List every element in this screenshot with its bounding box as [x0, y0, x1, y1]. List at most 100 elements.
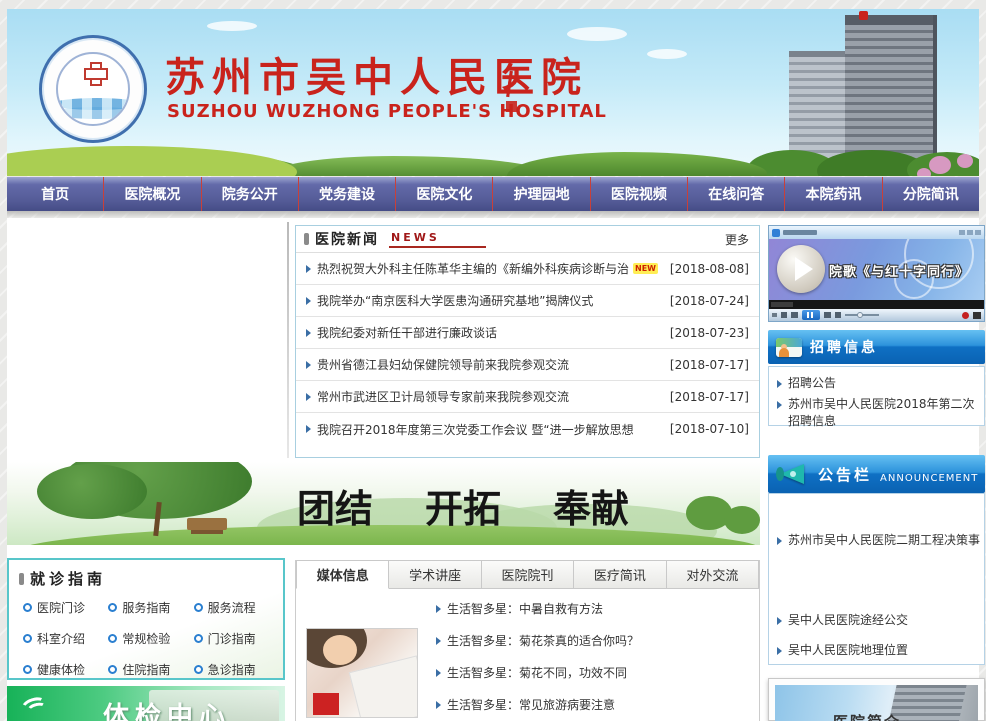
- guide-link-departments[interactable]: 科室介绍: [23, 630, 108, 647]
- nav-item-qa[interactable]: 在线问答: [688, 177, 785, 211]
- news-row: 我院纪委对新任干部进行廉政谈话 [2018-07-23]: [296, 317, 759, 349]
- tree-decor: [724, 506, 760, 534]
- fullscreen-icon[interactable]: [973, 312, 981, 319]
- pause-button[interactable]: [802, 310, 820, 320]
- checkup-logo-icon: [21, 694, 51, 714]
- guide-link-service-flow[interactable]: 服务流程: [194, 599, 279, 616]
- arrow-icon: [306, 361, 311, 369]
- slogan-text: 团结 开拓 奉献: [297, 478, 629, 533]
- guide-label: 服务流程: [208, 599, 256, 616]
- nav-shadow-decor: [7, 211, 979, 218]
- guide-link-inpatient[interactable]: 住院指南: [108, 661, 193, 678]
- arrow-icon: [777, 617, 782, 625]
- announcement-item: 吴中人民医院地理位置: [777, 642, 980, 659]
- news-link[interactable]: 我院纪委对新任干部进行廉政谈话: [317, 324, 497, 341]
- stop-icon[interactable]: [781, 312, 787, 318]
- site-title-en: SUZHOU WUZHONG PEOPLE'S HOSPITAL: [167, 101, 607, 122]
- guide-link-outpatient-guide[interactable]: 门诊指南: [194, 630, 279, 647]
- nav-item-video[interactable]: 医院视频: [591, 177, 688, 211]
- news-link[interactable]: 常州市武进区卫计局领导专家前来我院参观交流: [317, 388, 569, 405]
- building-main-tower: [845, 15, 933, 160]
- calligraphy-seal-decor: [504, 71, 520, 117]
- player-screen: 院歌《与红十字同行》: [769, 239, 984, 300]
- tab-journal[interactable]: 医院院刊: [482, 560, 574, 589]
- recruitment-link[interactable]: 苏州市吴中人民医院2018年第二次招聘信息: [788, 396, 978, 430]
- nav-item-branch[interactable]: 分院简讯: [883, 177, 979, 211]
- nav-item-home[interactable]: 首页: [7, 177, 104, 211]
- announcement-link[interactable]: 吴中人民医院途经公交: [788, 612, 908, 629]
- media-item: 生活智多星：菊花不同，功效不同: [436, 664, 627, 681]
- photo-detail: [349, 655, 418, 718]
- news-link[interactable]: 贵州省德江县妇幼保健院领导前来我院参观交流: [317, 356, 569, 373]
- guide-link-checkup[interactable]: 健康体检: [23, 661, 108, 678]
- player-titlebar: [769, 226, 984, 239]
- slider-thumb[interactable]: [857, 312, 863, 318]
- play-button[interactable]: [777, 245, 825, 293]
- nav-item-pharmacy[interactable]: 本院药讯: [785, 177, 882, 211]
- hospital-intro-card[interactable]: 医院简介: [768, 678, 985, 721]
- news-date: [2018-07-23]: [662, 326, 749, 340]
- record-icon[interactable]: [962, 312, 969, 319]
- nav-item-culture[interactable]: 医院文化: [396, 177, 493, 211]
- news-link[interactable]: 我院举办“南京医科大学医患沟通研究基地”揭牌仪式: [317, 292, 593, 309]
- arrow-icon: [306, 265, 311, 273]
- tab-media-info[interactable]: 媒体信息: [296, 560, 389, 589]
- video-caption: 院歌《与红十字同行》: [829, 261, 969, 280]
- announcement-link[interactable]: 苏州市吴中人民医院二期工程决策事: [788, 532, 980, 549]
- guide-label: 健康体检: [37, 661, 85, 678]
- volume-slider[interactable]: [845, 314, 879, 316]
- previous-icon[interactable]: [791, 312, 798, 318]
- playlist-icon[interactable]: [835, 312, 841, 318]
- building-side-tower: [789, 51, 853, 161]
- checkup-title: 体检中心: [103, 696, 231, 721]
- tab-lectures[interactable]: 学术讲座: [389, 560, 481, 589]
- recruitment-link[interactable]: 招聘公告: [788, 375, 836, 392]
- progress-segment: [771, 302, 793, 307]
- visit-guide-panel: 就诊指南 医院门诊 服务指南 服务流程 科室介绍 常规检验 门诊指南 健康体检 …: [7, 558, 285, 680]
- hospital-building-image: [747, 9, 979, 176]
- flower-decor: [957, 154, 973, 168]
- announcement-link[interactable]: 吴中人民医院地理位置: [788, 642, 908, 659]
- news-row: 我院举办“南京医科大学医患沟通研究基地”揭牌仪式 [2018-07-24]: [296, 285, 759, 317]
- section-bullet-icon: [304, 233, 309, 245]
- intro-title: 医院简介: [833, 711, 901, 721]
- news-link[interactable]: 热烈祝贺大外科主任陈革华主编的《新编外科疾病诊断与治: [317, 260, 629, 277]
- player-progress-bar[interactable]: [769, 300, 984, 309]
- news-date: [2018-07-24]: [662, 294, 749, 308]
- news-title-en: NEWS: [389, 231, 486, 248]
- recruitment-item: 苏州市吴中人民医院2018年第二次招聘信息: [777, 396, 978, 430]
- nav-item-nursing[interactable]: 护理园地: [493, 177, 590, 211]
- announcement-title-en: ANNOUNCEMENT: [880, 473, 978, 484]
- news-row: 热烈祝贺大外科主任陈革华主编的《新编外科疾病诊断与治 NEW [2018-08-…: [296, 253, 759, 285]
- news-link[interactable]: 我院召开2018年度第三次党委工作会议 暨“进一步解放思想: [317, 421, 634, 438]
- guide-grid: 医院门诊 服务指南 服务流程 科室介绍 常规检验 门诊指南 健康体检 住院指南 …: [9, 589, 283, 678]
- nav-item-overview[interactable]: 医院概况: [104, 177, 201, 211]
- section-bullet-icon: [19, 573, 24, 585]
- window-controls[interactable]: [959, 230, 981, 235]
- trees-decor: [507, 152, 767, 176]
- news-more-link[interactable]: 更多: [725, 231, 749, 248]
- guide-label: 医院门诊: [37, 599, 85, 616]
- bullet-icon: [194, 634, 203, 643]
- media-link[interactable]: 生活智多星：菊花茶真的适合你吗？: [447, 632, 639, 649]
- guide-link-service-guide[interactable]: 服务指南: [108, 599, 193, 616]
- media-tab-bar: 媒体信息 学术讲座 医院院刊 医疗简讯 对外交流: [296, 560, 759, 589]
- tab-medical-briefs[interactable]: 医疗简讯: [574, 560, 666, 589]
- guide-link-outpatient[interactable]: 医院门诊: [23, 599, 108, 616]
- recruitment-item: 招聘公告: [777, 375, 978, 392]
- tab-exchange[interactable]: 对外交流: [667, 560, 759, 589]
- menu-icon[interactable]: [772, 313, 777, 317]
- media-link[interactable]: 生活智多星：中暑自救有方法: [447, 600, 603, 617]
- media-link[interactable]: 生活智多星：菊花不同，功效不同: [447, 664, 627, 681]
- nav-item-affairs[interactable]: 院务公开: [202, 177, 299, 211]
- bullet-icon: [23, 634, 32, 643]
- next-icon[interactable]: [824, 312, 831, 318]
- news-title: 医院新闻: [315, 229, 379, 249]
- guide-link-lab-tests[interactable]: 常规检验: [108, 630, 193, 647]
- guide-link-emergency[interactable]: 急诊指南: [194, 661, 279, 678]
- media-link[interactable]: 生活智多星：常见旅游病要注意: [447, 696, 615, 713]
- arrow-icon: [306, 329, 311, 337]
- guide-label: 住院指南: [122, 661, 170, 678]
- checkup-center-banner[interactable]: 体检中心: [7, 686, 285, 721]
- nav-item-party[interactable]: 党务建设: [299, 177, 396, 211]
